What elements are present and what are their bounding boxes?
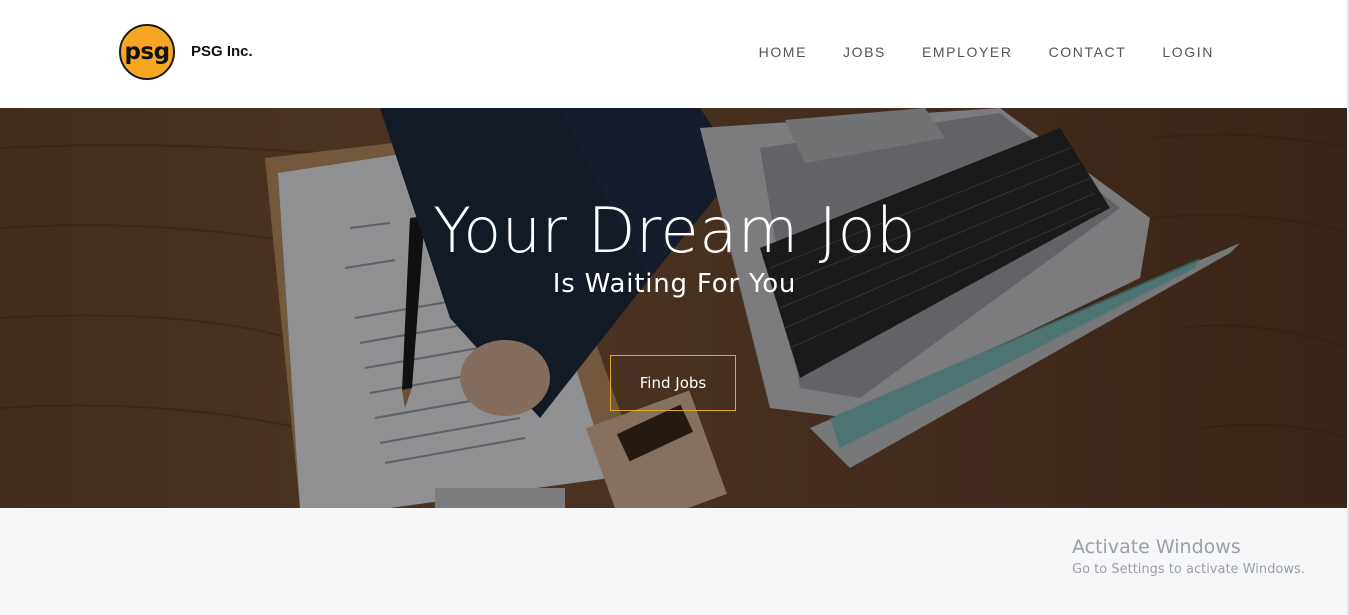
nav-contact[interactable]: CONTACT — [1049, 44, 1127, 60]
activation-subtitle: Go to Settings to activate Windows. — [1072, 562, 1305, 577]
activation-title: Activate Windows — [1072, 536, 1241, 558]
hero-section: Your Dream Job Is Waiting For You Find J… — [0, 108, 1349, 508]
hero-background-image — [0, 108, 1349, 508]
windows-activation-watermark: Activate Windows Go to Settings to activ… — [1072, 536, 1305, 577]
nav-home[interactable]: HOME — [759, 44, 807, 60]
hero-title: Your Dream Job — [433, 194, 916, 267]
site-header: psg PSG Inc. HOME JOBS EMPLOYER CONTACT … — [0, 0, 1349, 108]
nav-employer[interactable]: EMPLOYER — [922, 44, 1013, 60]
hero-subtitle: Is Waiting For You — [552, 269, 797, 299]
brand-name[interactable]: PSG Inc. — [191, 43, 253, 60]
logo[interactable]: psg — [119, 24, 175, 80]
find-jobs-button[interactable]: Find Jobs — [610, 355, 736, 411]
nav-jobs[interactable]: JOBS — [843, 44, 886, 60]
nav-login[interactable]: LOGIN — [1162, 44, 1214, 60]
main-nav: HOME JOBS EMPLOYER CONTACT LOGIN — [723, 44, 1214, 60]
brand[interactable]: psg PSG Inc. — [119, 24, 253, 80]
